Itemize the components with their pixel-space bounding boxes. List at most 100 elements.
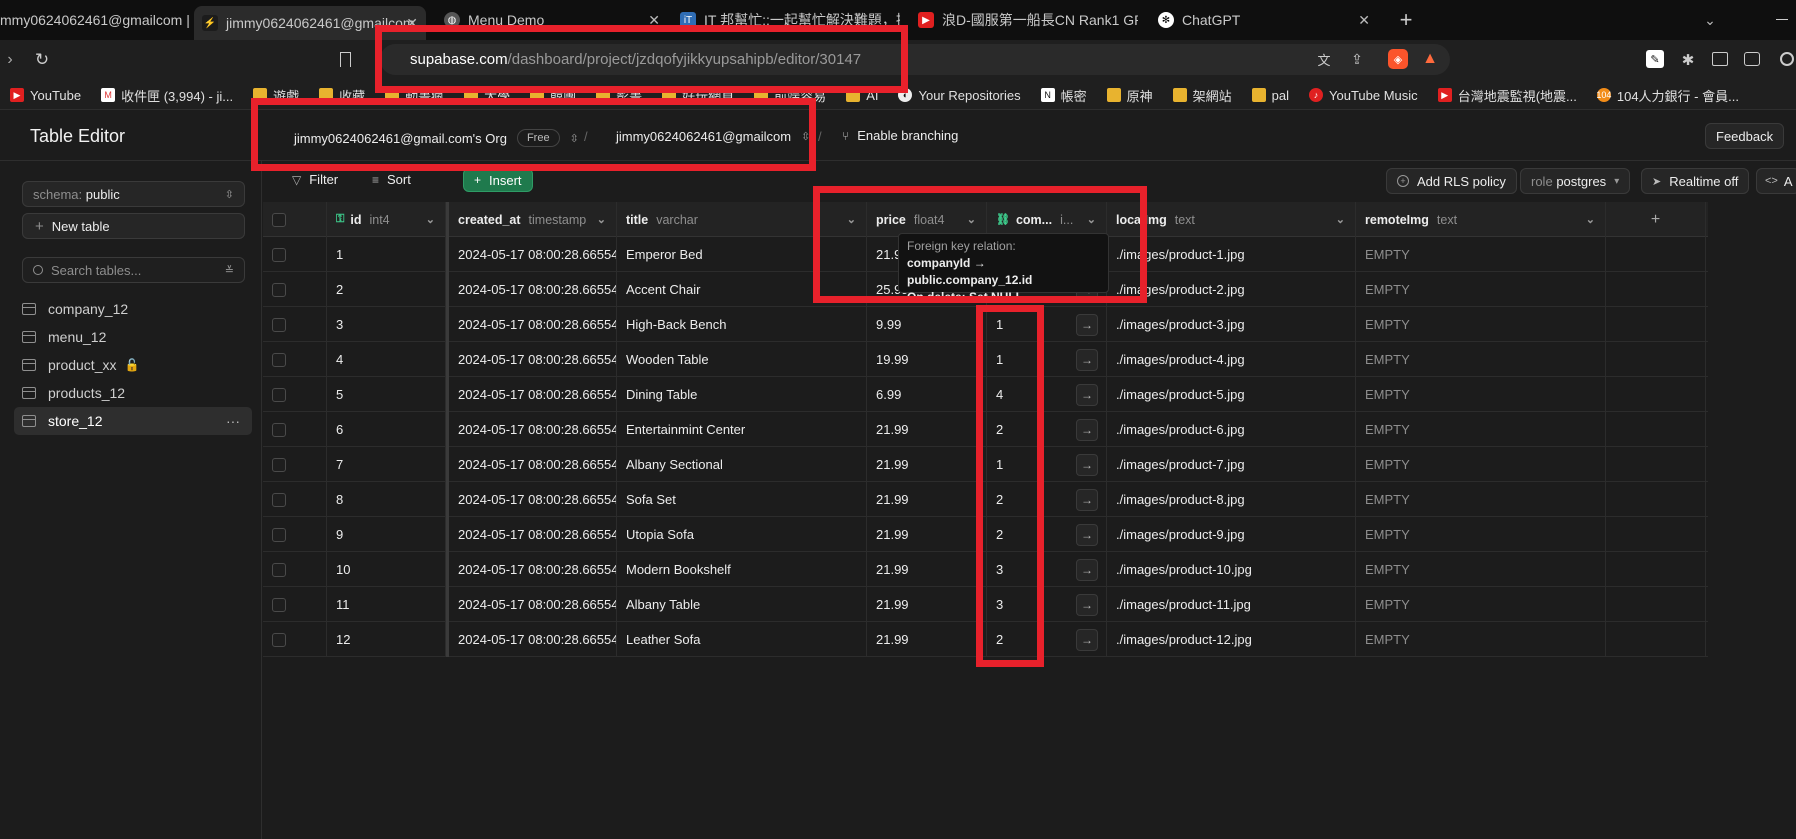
cell-id[interactable]: 3	[327, 307, 446, 342]
bookmark-item[interactable]: N 帳密	[1040, 86, 1087, 105]
column-header-created-at[interactable]: created_at timestamp ⌄	[446, 202, 617, 237]
cell-created-at[interactable]: 2024-05-17 08:00:28.665543	[446, 377, 617, 412]
brave-shield-icon[interactable]: ◈	[1388, 49, 1408, 69]
cell-companyid[interactable]: 4 →	[987, 377, 1107, 412]
table-row[interactable]: 11 2024-05-17 08:00:28.665543 Albany Table…	[263, 587, 1708, 622]
cell-remoteimg[interactable]: EMPTY	[1356, 587, 1606, 622]
cell-price[interactable]: 21.99	[867, 447, 987, 482]
browser-tab-6[interactable]: ✻ ChatGPT ✕	[1156, 6, 1378, 34]
more-options-icon[interactable]: ···	[226, 413, 240, 429]
bookmark-item[interactable]: pal	[1251, 88, 1289, 103]
sidebar-item-company-12[interactable]: company_12	[14, 295, 252, 323]
cell-localimg[interactable]: ./images/product-8.jpg	[1107, 482, 1356, 517]
feedback-button[interactable]: Feedback	[1705, 123, 1785, 149]
table-row[interactable]: 8 2024-05-17 08:00:28.665543 Sofa Set 21.99…	[263, 482, 1708, 517]
cell-id[interactable]: 2	[327, 272, 446, 307]
cell-created-at[interactable]: 2024-05-17 08:00:28.665543	[446, 342, 617, 377]
column-header-companyid[interactable]: ⛓ com... i... ⌄	[987, 202, 1107, 237]
cell-created-at[interactable]: 2024-05-17 08:00:28.665543	[446, 307, 617, 342]
schema-select[interactable]: schema: public ⇳	[22, 181, 245, 207]
cell-created-at[interactable]: 2024-05-17 08:00:28.665543	[446, 237, 617, 272]
cell-remoteimg[interactable]: EMPTY	[1356, 307, 1606, 342]
cell-remoteimg[interactable]: EMPTY	[1356, 622, 1606, 657]
cell-remoteimg[interactable]: EMPTY	[1356, 552, 1606, 587]
sidebar-item-products-12[interactable]: products_12	[14, 379, 252, 407]
cell-companyid[interactable]: 3 →	[987, 552, 1107, 587]
column-header-price[interactable]: price float4 ⌄	[867, 202, 987, 237]
bookmark-item[interactable]: 大學	[464, 86, 510, 105]
arrow-right-icon[interactable]: →	[1076, 384, 1098, 406]
chevron-down-icon[interactable]: ⌄	[1336, 213, 1345, 226]
bookmark-item[interactable]: 動畫瘋	[385, 86, 444, 105]
cell-localimg[interactable]: ./images/product-6.jpg	[1107, 412, 1356, 447]
cell-id[interactable]: 8	[327, 482, 446, 517]
realtime-toggle-button[interactable]: ➤ Realtime off	[1641, 168, 1750, 194]
cell-localimg[interactable]: ./images/product-9.jpg	[1107, 517, 1356, 552]
cell-companyid[interactable]: 3 →	[987, 587, 1107, 622]
chevron-down-icon[interactable]: ⌄	[1586, 213, 1595, 226]
cell-id[interactable]: 7	[327, 447, 446, 482]
row-checkbox[interactable]	[272, 527, 286, 542]
chevron-down-icon[interactable]: ⌄	[847, 213, 856, 226]
bookmark-item[interactable]: 收藏	[319, 86, 365, 105]
cell-price[interactable]: 21.99	[867, 622, 987, 657]
cell-title[interactable]: Albany Table	[617, 587, 867, 622]
sort-button[interactable]: ≡ Sort	[372, 172, 411, 187]
row-checkbox[interactable]	[272, 247, 286, 262]
arrow-right-icon[interactable]: →	[1076, 629, 1098, 651]
translate-icon[interactable]: 文	[1315, 50, 1333, 68]
sidebar-toggle-icon[interactable]	[1712, 52, 1728, 66]
column-header-id[interactable]: ⚿ id int4 ⌄	[327, 202, 446, 237]
cell-id[interactable]: 12	[327, 622, 446, 657]
bookmark-item[interactable]: 原神	[1106, 86, 1153, 105]
browser-tab-3[interactable]: ◍ Menu Demo ✕	[440, 6, 668, 34]
chevron-down-icon[interactable]: ⌄	[426, 213, 435, 226]
enable-branching-button[interactable]: ⑂ Enable branching	[842, 128, 958, 143]
forward-icon[interactable]: ›	[2, 50, 18, 70]
cell-title[interactable]: Wooden Table	[617, 342, 867, 377]
cell-created-at[interactable]: 2024-05-17 08:00:28.665543	[446, 552, 617, 587]
cell-id[interactable]: 1	[327, 237, 446, 272]
chevron-down-icon[interactable]: ⌄	[1087, 213, 1096, 226]
sidebar-item-product-xx[interactable]: product_xx 🔓	[14, 351, 252, 379]
cell-remoteimg[interactable]: EMPTY	[1356, 412, 1606, 447]
bookmark-item[interactable]: 104 104人力銀行 - 會員...	[1596, 86, 1739, 105]
extensions-puzzle-icon[interactable]: ✱	[1678, 50, 1698, 70]
new-tab-button[interactable]: +	[1394, 7, 1418, 32]
column-header-remoteimg[interactable]: remoteImg text ⌄	[1356, 202, 1606, 237]
row-checkbox[interactable]	[272, 457, 286, 472]
cell-localimg[interactable]: ./images/product-7.jpg	[1107, 447, 1356, 482]
cell-title[interactable]: Accent Chair	[617, 272, 867, 307]
cell-id[interactable]: 6	[327, 412, 446, 447]
cell-companyid[interactable]: 1 →	[987, 342, 1107, 377]
cell-id[interactable]: 11	[327, 587, 446, 622]
browser-tab-1[interactable]: mmy0624062461@gmailcom | ji	[0, 6, 190, 34]
cell-remoteimg[interactable]: EMPTY	[1356, 272, 1606, 307]
cell-localimg[interactable]: ./images/product-5.jpg	[1107, 377, 1356, 412]
table-row[interactable]: 10 2024-05-17 08:00:28.665543 Modern Books…	[263, 552, 1708, 587]
cell-price[interactable]: 21.99	[867, 587, 987, 622]
cell-title[interactable]: High-Back Bench	[617, 307, 867, 342]
cell-companyid[interactable]: 2 →	[987, 517, 1107, 552]
row-checkbox[interactable]	[272, 597, 286, 612]
row-checkbox[interactable]	[272, 492, 286, 507]
cell-id[interactable]: 9	[327, 517, 446, 552]
cell-localimg[interactable]: ./images/product-1.jpg	[1107, 237, 1356, 272]
close-tab-icon[interactable]: ✕	[1358, 12, 1370, 29]
bookmark-item[interactable]: 影畫	[596, 86, 642, 105]
cell-companyid[interactable]: 2 →	[987, 482, 1107, 517]
row-checkbox[interactable]	[272, 282, 286, 297]
column-header-title[interactable]: title varchar ⌄	[617, 202, 867, 237]
cell-title[interactable]: Emperor Bed	[617, 237, 867, 272]
cell-created-at[interactable]: 2024-05-17 08:00:28.665543	[446, 482, 617, 517]
arrow-right-icon[interactable]: →	[1076, 314, 1098, 336]
insert-button[interactable]: + Insert	[463, 168, 533, 192]
table-row[interactable]: 4 2024-05-17 08:00:28.665543 Wooden Table 1…	[263, 342, 1708, 377]
cell-price[interactable]: 21.99	[867, 552, 987, 587]
arrow-right-icon[interactable]: →	[1076, 454, 1098, 476]
cell-remoteimg[interactable]: EMPTY	[1356, 342, 1606, 377]
cell-price[interactable]: 19.99	[867, 342, 987, 377]
row-checkbox[interactable]	[272, 562, 286, 577]
filter-button[interactable]: ▽ Filter	[292, 172, 338, 187]
cell-remoteimg[interactable]: EMPTY	[1356, 447, 1606, 482]
